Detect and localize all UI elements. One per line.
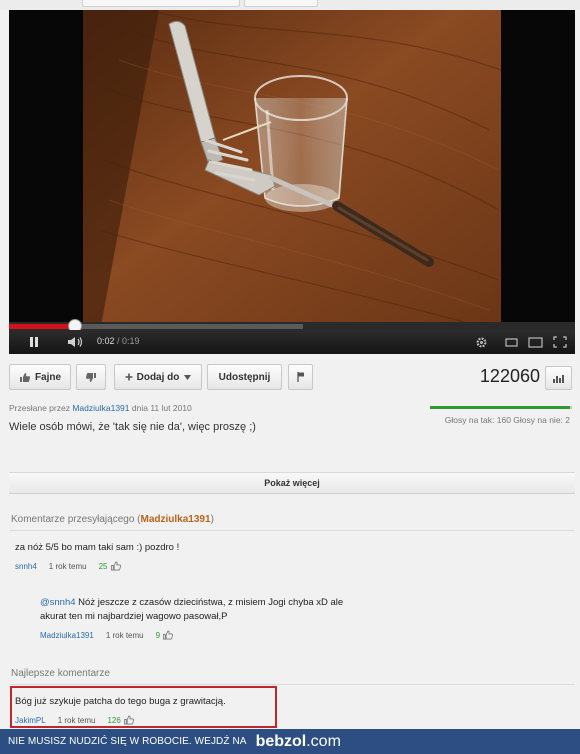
small-player-button[interactable] bbox=[501, 334, 521, 350]
fullscreen-button[interactable] bbox=[549, 334, 571, 350]
flag-button[interactable] bbox=[288, 364, 313, 390]
logo-domain: .com bbox=[306, 732, 341, 750]
progress-played bbox=[9, 324, 75, 329]
comment-text: za nóż 5/5 bo mam taki sam :) pozdro ! bbox=[15, 542, 180, 553]
show-more-button[interactable]: Pokaż więcej bbox=[9, 472, 575, 494]
comment-score: 25 bbox=[98, 561, 108, 571]
plus-icon bbox=[125, 373, 133, 381]
uploader-comments-heading-close: ) bbox=[210, 514, 214, 525]
logo-main: bebzol bbox=[255, 732, 307, 750]
chevron-down-icon bbox=[184, 374, 192, 380]
comment-age: 1 rok temu bbox=[105, 630, 144, 640]
footer-banner[interactable]: NIE MUSISZ NUDZIĆ SIĘ W ROBOCIE. WEJDŹ N… bbox=[0, 729, 580, 754]
add-to-button[interactable]: Dodaj do bbox=[114, 364, 202, 390]
small-screen-icon bbox=[504, 338, 518, 347]
volume-button[interactable] bbox=[63, 334, 89, 350]
like-button[interactable]: Fajne bbox=[9, 364, 71, 390]
time-separator: / bbox=[114, 336, 123, 346]
pause-button[interactable] bbox=[19, 334, 49, 350]
add-to-label: Dodaj do bbox=[136, 371, 180, 383]
reply-mention[interactable]: @snnh4 bbox=[40, 597, 76, 608]
statistics-button[interactable] bbox=[545, 366, 572, 390]
view-count: 122060 bbox=[479, 366, 540, 386]
thumbs-up-icon[interactable] bbox=[162, 630, 174, 640]
comment-author[interactable]: snnh4 bbox=[15, 562, 37, 571]
volume-icon bbox=[68, 337, 83, 347]
large-screen-icon bbox=[527, 336, 543, 348]
uploader-link[interactable]: Madziulka1391 bbox=[72, 403, 129, 413]
thumbs-up-icon bbox=[19, 372, 31, 382]
top-button-right[interactable] bbox=[244, 0, 318, 7]
site-logo[interactable]: bebzol.com bbox=[256, 733, 341, 751]
comment-score: 9 bbox=[155, 630, 161, 640]
video-description: Wiele osób mówi, że 'tak się nie da', wi… bbox=[9, 421, 256, 433]
best-comments-heading: Najlepsze komentarze bbox=[11, 668, 110, 679]
duration: 0:19 bbox=[122, 336, 140, 346]
like-button-label: Fajne bbox=[34, 371, 62, 383]
uploader-comments-heading-user[interactable]: Madziulka1391 bbox=[141, 514, 211, 525]
top-strip bbox=[0, 0, 580, 10]
like-ratio-fill bbox=[430, 406, 571, 409]
stats-bar-icon bbox=[553, 379, 555, 383]
time-readout: 0:02 / 0:19 bbox=[97, 336, 140, 346]
comment-age: 1 rok temu bbox=[48, 561, 87, 571]
upload-date: dnia 11 lut 2010 bbox=[131, 403, 192, 413]
current-time: 0:02 bbox=[97, 336, 115, 346]
upload-info: Przesłane przez Madziulka1391 dnia 11 lu… bbox=[9, 403, 192, 413]
thumbs-down-icon bbox=[85, 372, 96, 382]
top-button-left[interactable] bbox=[82, 0, 240, 7]
footer-message: NIE MUSISZ NUDZIĆ SIĘ W ROBOCIE. WEJDŹ N… bbox=[8, 736, 247, 747]
player-controls: 0:02 / 0:19 bbox=[9, 330, 575, 354]
uploader-comments-heading: Komentarze przesyłającego (Madziulka1391… bbox=[11, 514, 214, 525]
share-button-label: Udostępnij bbox=[218, 371, 271, 383]
highlight-frame bbox=[10, 686, 277, 728]
stats-bar-icon bbox=[556, 376, 558, 383]
like-stats: Głosy na tak: 160 Głosy na nie: 2 bbox=[444, 415, 570, 425]
like-ratio-bar bbox=[430, 406, 572, 409]
stats-bar-icon bbox=[559, 378, 561, 383]
large-player-button[interactable] bbox=[525, 334, 545, 350]
video-player[interactable] bbox=[9, 10, 575, 326]
reply-text-line1: Nóż jeszcze z czasów dzieciństwa, z misi… bbox=[75, 597, 344, 608]
reply-text-line2: akurat ten mi najbardziej wagowo pasował… bbox=[40, 611, 228, 622]
comment-meta: snnh4 1 rok temu 25 bbox=[15, 561, 122, 571]
upload-prefix: Przesłane przez bbox=[9, 403, 70, 413]
video-progress-bar[interactable] bbox=[9, 319, 575, 333]
divider bbox=[9, 684, 575, 685]
flag-icon bbox=[296, 372, 304, 382]
comment-author[interactable]: Madziulka1391 bbox=[40, 631, 94, 640]
dislike-button[interactable] bbox=[76, 364, 106, 390]
reply-comment-text: @snnh4 Nóż jeszcze z czasów dzieciństwa,… bbox=[40, 596, 343, 624]
divider bbox=[9, 530, 575, 531]
settings-button[interactable] bbox=[471, 334, 491, 350]
thumbs-up-icon[interactable] bbox=[110, 561, 122, 571]
share-button[interactable]: Udostępnij bbox=[207, 364, 282, 390]
stats-bar-icon bbox=[562, 375, 564, 383]
video-frame-image bbox=[9, 10, 575, 326]
uploader-comments-heading-text: Komentarze przesyłającego ( bbox=[11, 514, 141, 525]
fullscreen-icon bbox=[553, 336, 567, 348]
reply-meta: Madziulka1391 1 rok temu 9 bbox=[40, 630, 174, 640]
gear-icon bbox=[475, 336, 487, 348]
pause-icon bbox=[30, 337, 38, 347]
